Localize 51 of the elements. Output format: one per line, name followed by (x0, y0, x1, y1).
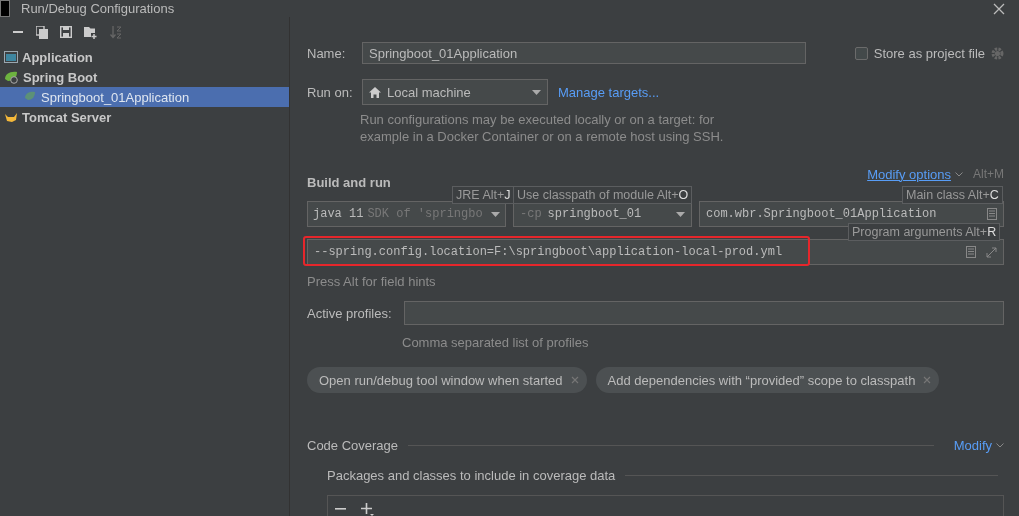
store-label: Store as project file (873, 45, 985, 61)
store-checkbox[interactable] (854, 46, 868, 60)
expand-icon[interactable] (986, 246, 997, 258)
active-profiles-label: Active profiles: (307, 305, 393, 321)
leaf-icon (4, 70, 19, 84)
field-hint: Press Alt for field hints (307, 274, 437, 289)
shortcut-tooltip: Use classpath of module Alt+O (513, 186, 693, 204)
modify-link[interactable]: Modify (953, 437, 992, 453)
window-icon (4, 51, 18, 63)
active-profiles-field[interactable] (404, 301, 1004, 325)
active-profiles-hint: Comma separated list of profiles (402, 335, 590, 350)
cat-icon (4, 111, 18, 123)
tree-item[interactable]: Spring Boot (0, 67, 289, 87)
add-icon[interactable] (361, 503, 374, 516)
caret-icon (676, 211, 685, 217)
run-on-label: Run on: (307, 84, 354, 100)
build-and-run-heading: Build and run (307, 175, 391, 190)
name-field[interactable]: Springboot_01Application (362, 42, 806, 64)
tree-item[interactable]: Tomcat Server (0, 107, 289, 127)
name-label: Name: (307, 45, 347, 61)
copy-icon[interactable] (36, 25, 48, 39)
caret-icon (491, 211, 500, 217)
leaf-icon (24, 91, 37, 103)
settings-icon[interactable] (991, 46, 1004, 60)
caret-icon (532, 89, 541, 95)
option-chip[interactable]: Add dependencies with “provided” scope to classpath (595, 367, 940, 393)
packages-label: Packages and classes to include in coverage data (327, 467, 616, 483)
tree-item[interactable]: Springboot_01Application (0, 87, 289, 107)
shortcut-tooltip: JRE Alt+J (452, 186, 515, 204)
window-title: Run/Debug Configurations (21, 1, 175, 16)
close-icon[interactable] (993, 2, 1005, 15)
option-chip[interactable]: Open run/debug tool window when started (307, 367, 587, 393)
shortcut-tooltip: Program arguments Alt+R (848, 223, 1001, 241)
run-on-hint: Run configurations may be executed locally or on a target: for example in a Docker Container or on a remote host using SSH. (360, 111, 725, 145)
document-icon[interactable] (966, 246, 976, 258)
tree-item[interactable]: Application (0, 47, 289, 67)
run-on-dropdown[interactable]: Local machine (362, 79, 548, 105)
chevron-icon (996, 442, 1004, 448)
save-icon[interactable] (60, 26, 72, 38)
chevron-icon (955, 171, 963, 177)
home-icon (369, 86, 381, 98)
code-coverage-heading: Code Coverage (307, 437, 399, 453)
document-icon[interactable] (987, 208, 997, 220)
app-logo-icon (0, 0, 10, 17)
program-arguments-field[interactable]: --spring.config.location=F:\springboot\application-local-prod.yml (307, 239, 1004, 265)
shortcut-tooltip: Main class Alt+C (902, 186, 1003, 204)
manage-targets-link[interactable]: Manage targets... (558, 84, 660, 100)
shortcut-label: Alt+M (973, 167, 1004, 181)
new-folder-icon[interactable] (84, 25, 98, 39)
modify-options-link[interactable]: Modify options (867, 166, 951, 182)
sort-icon[interactable] (110, 25, 122, 39)
